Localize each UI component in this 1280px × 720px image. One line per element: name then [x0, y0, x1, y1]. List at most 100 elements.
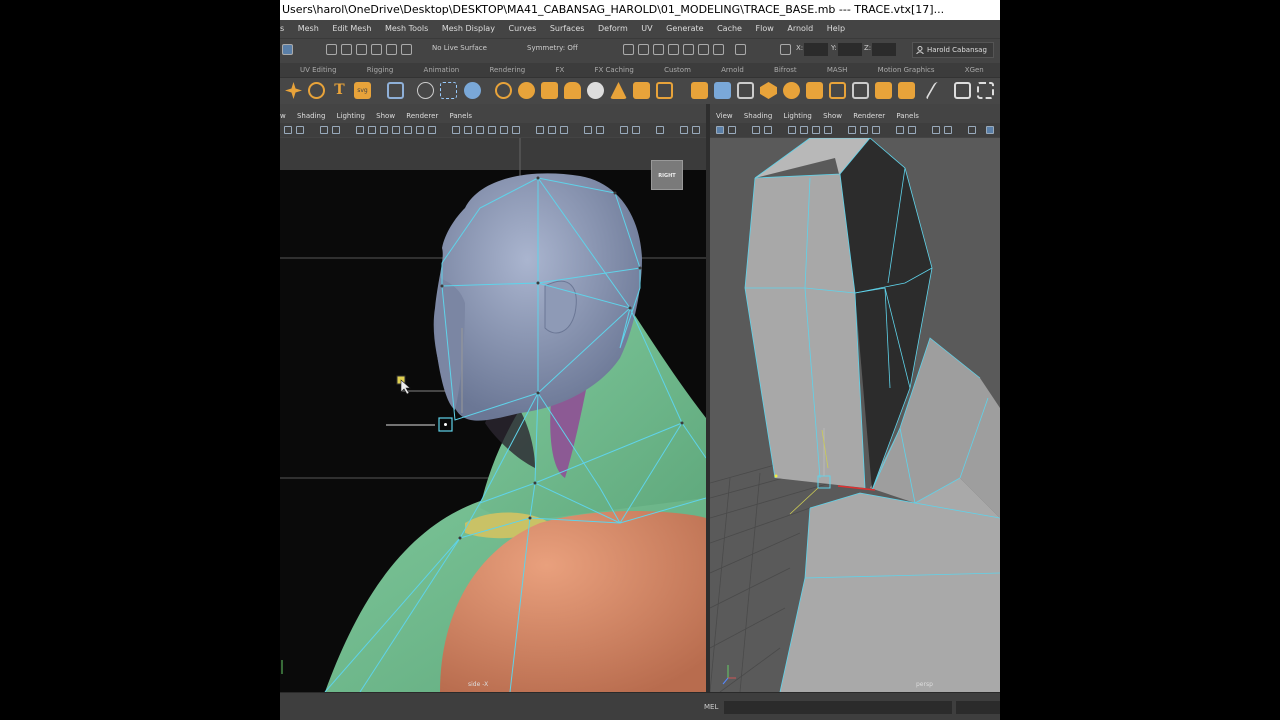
menu-surfaces[interactable]: Surfaces	[550, 24, 585, 33]
lights-icon[interactable]	[512, 126, 520, 134]
default-material-icon[interactable]	[476, 126, 484, 134]
slide-edge-icon[interactable]	[954, 82, 971, 99]
menu-cache[interactable]: Cache	[717, 24, 742, 33]
smooth-shade-icon[interactable]	[908, 126, 916, 134]
menu-edit-mesh[interactable]: Edit Mesh	[332, 24, 371, 33]
hypershade-icon[interactable]	[668, 44, 679, 55]
vp-left-menu-view[interactable]: w	[280, 112, 286, 120]
vp-right-menu-shading[interactable]: Shading	[744, 112, 772, 120]
shadows-icon[interactable]	[536, 126, 544, 134]
snap-surface-icon[interactable]	[386, 44, 397, 55]
grid-toggle-icon[interactable]	[788, 126, 796, 134]
render-view-icon[interactable]	[683, 44, 694, 55]
camera-select-icon[interactable]	[284, 126, 292, 134]
image-plane-icon[interactable]	[332, 126, 340, 134]
resolution-gate-icon[interactable]	[380, 126, 388, 134]
bridge-icon[interactable]	[714, 82, 731, 99]
safe-title-icon[interactable]	[428, 126, 436, 134]
wireframe-on-shaded-icon[interactable]	[488, 126, 496, 134]
quadrangulate-icon[interactable]	[875, 82, 892, 99]
tab-motion-graphics[interactable]: Motion Graphics	[878, 66, 935, 74]
combine-icon[interactable]	[633, 82, 650, 99]
vp-right-menu-view[interactable]: View	[716, 112, 733, 120]
menu-mesh-display[interactable]: Mesh Display	[442, 24, 495, 33]
cylinder-icon[interactable]	[564, 82, 581, 99]
torus-icon[interactable]	[587, 82, 604, 99]
menu-generate[interactable]: Generate	[666, 24, 703, 33]
vp-right-menu-show[interactable]: Show	[823, 112, 842, 120]
vp-right-menu-lighting[interactable]: Lighting	[784, 112, 812, 120]
camera-select-icon[interactable]	[716, 126, 724, 134]
grid-icon[interactable]	[387, 82, 404, 99]
smooth-icon[interactable]	[829, 82, 846, 99]
pause-icon[interactable]	[735, 44, 746, 55]
image-plane-icon[interactable]	[764, 126, 772, 134]
target-weld-icon[interactable]	[783, 82, 800, 99]
gamma-icon[interactable]	[680, 126, 688, 134]
snap-view-icon[interactable]	[371, 44, 382, 55]
mel-input[interactable]	[724, 701, 952, 714]
triangulate-icon[interactable]	[852, 82, 869, 99]
vp-left-menu-lighting[interactable]: Lighting	[337, 112, 365, 120]
camera-attr-icon[interactable]	[728, 126, 736, 134]
resolution-gate-icon[interactable]	[812, 126, 820, 134]
vp-right-menu-renderer[interactable]: Renderer	[853, 112, 885, 120]
merge-icon[interactable]	[806, 82, 823, 99]
xray-icon[interactable]	[596, 126, 604, 134]
tab-mash[interactable]: MASH	[827, 66, 848, 74]
exposure-icon[interactable]	[656, 126, 664, 134]
menu-flow[interactable]: Flow	[756, 24, 774, 33]
tab-uv-editing[interactable]: UV Editing	[300, 66, 337, 74]
menu-deform[interactable]: Deform	[598, 24, 628, 33]
safe-action-icon[interactable]	[860, 126, 868, 134]
vp-left-menu-panels[interactable]: Panels	[449, 112, 472, 120]
render-settings-icon[interactable]	[653, 44, 664, 55]
measure-icon[interactable]	[440, 82, 457, 99]
xray-joints-icon[interactable]	[620, 126, 628, 134]
z-field[interactable]	[872, 43, 896, 56]
safe-action-icon[interactable]	[416, 126, 424, 134]
tab-animation[interactable]: Animation	[424, 66, 460, 74]
curve-icon[interactable]	[308, 82, 325, 99]
sphere-icon[interactable]	[495, 82, 512, 99]
vp-left-menu-shading[interactable]: Shading	[297, 112, 325, 120]
crease-icon[interactable]	[977, 82, 994, 99]
cone-icon[interactable]	[610, 82, 627, 99]
menu-item[interactable]: s	[280, 24, 284, 33]
color-management-icon[interactable]	[692, 126, 700, 134]
bevel-icon[interactable]	[737, 82, 754, 99]
ambient-occlusion-icon[interactable]	[548, 126, 556, 134]
viewport-persp[interactable]: persp	[710, 138, 1000, 692]
user-account[interactable]: Harold Cabansag	[912, 42, 994, 58]
arnold-ipr-icon[interactable]	[713, 44, 724, 55]
mirror-icon[interactable]	[898, 82, 915, 99]
wireframe-icon[interactable]	[896, 126, 904, 134]
default-material-icon[interactable]	[932, 126, 940, 134]
film-gate-icon[interactable]	[800, 126, 808, 134]
vp-left-menu-renderer[interactable]: Renderer	[406, 112, 438, 120]
snap-point-icon[interactable]	[356, 44, 367, 55]
tab-arnold[interactable]: Arnold	[721, 66, 744, 74]
tab-bifrost[interactable]: Bifrost	[774, 66, 797, 74]
camera-attr-icon[interactable]	[296, 126, 304, 134]
tab-custom[interactable]: Custom	[664, 66, 691, 74]
ipr-render-icon[interactable]	[638, 44, 649, 55]
wireframe-icon[interactable]	[452, 126, 460, 134]
extrude-icon[interactable]	[691, 82, 708, 99]
bookmark-icon[interactable]	[320, 126, 328, 134]
mel-label[interactable]: MEL	[704, 703, 718, 711]
multicut-icon[interactable]	[760, 82, 777, 99]
menu-mesh[interactable]: Mesh	[298, 24, 319, 33]
viewport-side[interactable]: RIGHT side -X	[280, 138, 706, 692]
menu-mesh-tools[interactable]: Mesh Tools	[385, 24, 428, 33]
smooth-shade-icon[interactable]	[464, 126, 472, 134]
render-icon[interactable]	[623, 44, 634, 55]
symmetry-dropdown[interactable]: Symmetry: Off	[527, 44, 578, 52]
transform-icon[interactable]	[780, 44, 791, 55]
svg-icon[interactable]: svg	[354, 82, 371, 99]
vp-left-menu-show[interactable]: Show	[376, 112, 395, 120]
text-icon[interactable]: T	[331, 82, 348, 99]
tab-rigging[interactable]: Rigging	[367, 66, 394, 74]
grid-toggle-icon[interactable]	[356, 126, 364, 134]
menu-uv[interactable]: UV	[641, 24, 652, 33]
